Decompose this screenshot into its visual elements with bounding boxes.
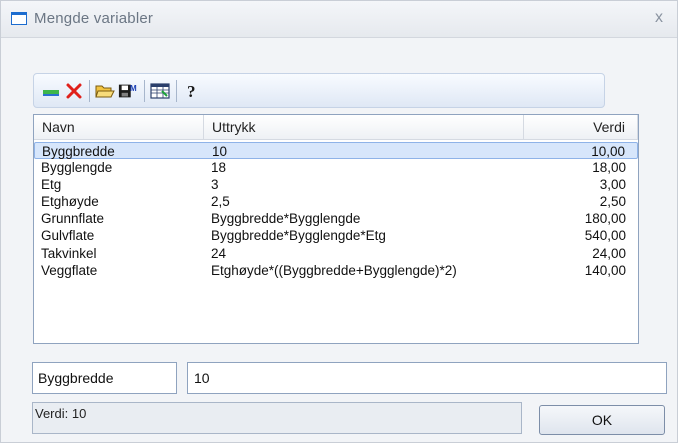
row-expression: 10 — [212, 144, 228, 159]
row-value: 540,00 — [584, 228, 626, 244]
column-header-expression[interactable]: Uttrykk — [204, 115, 524, 139]
window-icon — [11, 12, 27, 25]
row-name: Takvinkel — [41, 245, 97, 261]
table-row[interactable]: Etg 3 3,00 — [34, 176, 638, 193]
new-row-icon — [43, 90, 59, 96]
row-name: Etg — [41, 177, 62, 193]
table-row[interactable]: Grunnflate Byggbredde*Bygglengde 180,00 — [34, 210, 638, 227]
table-icon — [150, 83, 170, 99]
variable-name-field[interactable]: Byggbredde — [32, 362, 177, 394]
row-expression: Byggbredde*Bygglengde*Etg — [211, 228, 386, 244]
row-name: Veggflate — [41, 262, 98, 278]
open-button[interactable] — [95, 81, 115, 101]
list-rows: Byggbredde 10 10,00 Bygglengde 18 18,00 … — [34, 142, 638, 279]
row-value: 18,00 — [592, 160, 626, 176]
open-folder-icon — [95, 85, 115, 98]
table-row[interactable]: Bygglengde 18 18,00 — [34, 159, 638, 176]
toolbar: M ? — [33, 73, 605, 108]
table-row[interactable]: Veggflate Etghøyde*((Byggbredde+Byggleng… — [34, 262, 638, 279]
variables-list[interactable]: Navn Uttrykk Verdi Byggbredde 10 10,00 B… — [33, 114, 639, 344]
table-row[interactable]: Takvinkel 24 24,00 — [34, 245, 638, 262]
row-value: 10,00 — [591, 144, 625, 159]
close-button[interactable]: x — [649, 8, 669, 28]
delete-variable-button[interactable] — [64, 81, 84, 101]
expression-field[interactable]: 10 — [187, 362, 667, 394]
row-name: Gulvflate — [41, 228, 95, 244]
svg-text:M: M — [130, 84, 137, 93]
mengde-variabler-dialog: Mengde variabler x M ? Navn Uttrykk Verd… — [0, 0, 678, 443]
row-expression: 2,5 — [211, 194, 230, 210]
table-row[interactable]: Gulvflate Byggbredde*Bygglengde*Etg 540,… — [34, 227, 638, 244]
help-button[interactable]: ? — [182, 81, 202, 101]
toolbar-separator — [176, 80, 177, 102]
row-expression: Byggbredde*Bygglengde — [211, 211, 361, 227]
row-expression: 3 — [211, 177, 219, 193]
save-macro-icon: M — [118, 84, 137, 98]
column-header-name[interactable]: Navn — [34, 115, 204, 139]
delete-x-icon — [66, 83, 82, 99]
toolbar-separator — [144, 80, 145, 102]
row-value: 180,00 — [584, 211, 626, 227]
row-name: Grunnflate — [41, 211, 105, 227]
row-value: 24,00 — [592, 245, 626, 261]
table-row[interactable]: Byggbredde 10 10,00 — [34, 142, 638, 160]
ok-button[interactable]: OK — [539, 405, 665, 435]
list-header: Navn Uttrykk Verdi — [34, 115, 638, 140]
window-title: Mengde variabler — [34, 10, 154, 27]
svg-text:?: ? — [187, 82, 196, 101]
title-bar[interactable]: Mengde variabler x — [1, 1, 677, 38]
row-expression: Etghøyde*((Byggbredde+Bygglengde)*2) — [211, 262, 457, 278]
row-value: 2,50 — [599, 194, 626, 210]
column-header-value[interactable]: Verdi — [524, 115, 638, 139]
table-view-button[interactable] — [150, 81, 170, 101]
row-value: 3,00 — [599, 177, 626, 193]
row-expression: 18 — [211, 160, 227, 176]
row-name: Byggbredde — [42, 144, 115, 159]
row-name: Etghøyde — [41, 194, 99, 210]
table-row[interactable]: Etghøyde 2,5 2,50 — [34, 193, 638, 210]
save-macro-button[interactable]: M — [118, 81, 138, 101]
row-name: Bygglengde — [41, 160, 113, 176]
row-expression: 24 — [211, 245, 227, 261]
help-question-icon: ? — [187, 82, 196, 101]
new-variable-button[interactable] — [41, 81, 61, 101]
toolbar-separator — [89, 80, 90, 102]
row-value: 140,00 — [584, 262, 626, 278]
status-value-display: Verdi: 10 — [32, 402, 522, 434]
